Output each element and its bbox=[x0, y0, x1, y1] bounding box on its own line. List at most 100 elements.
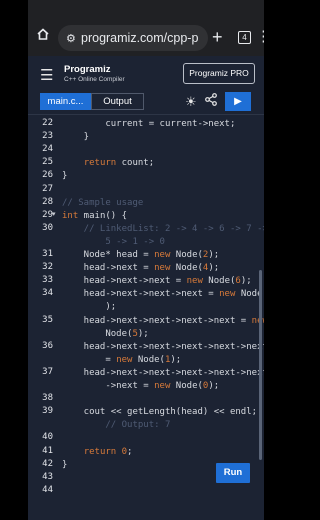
code-token: cout << getLength(head) << endl; bbox=[62, 407, 258, 418]
code-line[interactable]: 36 head->next->next->next->next->next bbox=[28, 341, 264, 354]
code-text: Node(5); bbox=[62, 328, 258, 341]
code-line[interactable]: 29 ▾ int main() { bbox=[28, 210, 264, 223]
programiz-pro-button[interactable]: Programiz PRO bbox=[183, 63, 255, 84]
code-line[interactable]: 37 head->next->next->next->next->next bbox=[28, 367, 264, 380]
line-number: 24 bbox=[42, 144, 53, 155]
line-number: 25 bbox=[42, 157, 53, 168]
code-token: // Output: 7 bbox=[62, 420, 171, 431]
code-line[interactable]: Node(5); bbox=[28, 328, 264, 341]
code-text: head->next->next = new Node(6); bbox=[62, 275, 258, 288]
code-line[interactable]: 32 head->next = new Node(4); bbox=[28, 262, 264, 275]
code-line[interactable]: 31 Node* head = new Node(2); bbox=[28, 249, 264, 262]
new-tab-icon[interactable]: + bbox=[212, 28, 223, 46]
code-line[interactable]: 44 bbox=[28, 485, 264, 498]
code-token: ); bbox=[137, 328, 149, 339]
code-token: main() { bbox=[78, 210, 128, 221]
brand-logo[interactable]: Programiz bbox=[64, 64, 110, 75]
code-line[interactable]: 25 return count; bbox=[28, 157, 264, 170]
run-button[interactable]: Run bbox=[216, 463, 250, 483]
code-line[interactable]: 38 bbox=[28, 393, 264, 406]
code-token: new bbox=[219, 289, 236, 300]
code-token: current = current->next; bbox=[62, 119, 236, 129]
code-token: } bbox=[62, 459, 68, 470]
code-text: // LinkedList: 2 -> 4 -> 6 -> 7 -> bbox=[62, 223, 264, 236]
code-line[interactable]: 22 current = current->next; bbox=[28, 118, 264, 131]
code-text: ); bbox=[62, 301, 258, 314]
line-number: 33 bbox=[42, 275, 53, 286]
code-line[interactable]: // Output: 7 bbox=[28, 419, 264, 432]
code-text: // Sample usage bbox=[62, 197, 258, 210]
code-token: } bbox=[62, 171, 68, 182]
code-token: ); bbox=[208, 381, 220, 391]
code-line[interactable]: 40 bbox=[28, 432, 264, 445]
tab-switcher-button[interactable]: 4 bbox=[238, 31, 251, 44]
line-number: 40 bbox=[42, 432, 53, 443]
code-token: return bbox=[83, 158, 117, 169]
line-number: 43 bbox=[42, 471, 53, 482]
code-text: } bbox=[62, 170, 258, 183]
editor-tab-row: main.c... Output ☀ ▶ bbox=[28, 90, 264, 115]
code-line[interactable]: 28 // Sample usage bbox=[28, 197, 264, 210]
code-text: head->next->next->next->next = new bbox=[62, 315, 264, 328]
line-number: 42 bbox=[42, 458, 53, 469]
code-token: Node( bbox=[170, 263, 203, 274]
code-line[interactable]: 35 head->next->next->next->next = new bbox=[28, 315, 264, 328]
code-text: // Output: 7 bbox=[62, 419, 258, 432]
code-token: Node( bbox=[202, 276, 236, 287]
code-text: = new Node(1); bbox=[62, 354, 258, 367]
line-number: 35 bbox=[42, 314, 53, 325]
line-number: 36 bbox=[42, 340, 53, 351]
code-line[interactable]: 33 head->next->next = new Node(6); bbox=[28, 275, 264, 288]
code-line[interactable]: = new Node(1); bbox=[28, 354, 264, 367]
app-header: ☰ Programiz C++ Online Compiler Programi… bbox=[28, 56, 264, 91]
line-number: 34 bbox=[42, 288, 53, 299]
code-token: ); bbox=[170, 354, 182, 365]
code-text: head->next->next->next = new Node(7 bbox=[62, 288, 264, 301]
code-text: head->next = new Node(4); bbox=[62, 262, 258, 275]
code-line[interactable]: 39 cout << getLength(head) << endl; bbox=[28, 406, 264, 419]
line-number: 30 bbox=[42, 222, 53, 233]
line-number: 29 bbox=[42, 209, 53, 220]
code-token: Node( bbox=[170, 381, 203, 391]
code-line[interactable]: ->next = new Node(0); bbox=[28, 380, 264, 393]
code-line[interactable]: 5 -> 1 -> 0 bbox=[28, 236, 264, 249]
address-bar[interactable]: ⚙ programiz.com/cpp-p bbox=[58, 25, 208, 51]
line-number: 28 bbox=[42, 196, 53, 207]
code-token: // Sample usage bbox=[62, 197, 144, 208]
theme-toggle-icon[interactable]: ☀ bbox=[185, 94, 197, 110]
fold-arrow-icon[interactable]: ▾ bbox=[52, 210, 56, 218]
home-icon[interactable] bbox=[32, 27, 54, 45]
share-icon[interactable] bbox=[205, 93, 217, 109]
code-text: return count; bbox=[62, 157, 258, 170]
line-number: 27 bbox=[42, 183, 53, 194]
tab-output[interactable]: Output bbox=[91, 93, 144, 110]
site-settings-icon[interactable]: ⚙ bbox=[66, 32, 78, 45]
code-text: } bbox=[62, 131, 258, 144]
code-line[interactable]: 34 head->next->next->next = new Node(7 bbox=[28, 288, 264, 301]
code-line[interactable]: 26} bbox=[28, 170, 264, 183]
code-line[interactable]: 30 // LinkedList: 2 -> 4 -> 6 -> 7 -> bbox=[28, 223, 264, 236]
code-token: head->next->next->next->next->next bbox=[62, 367, 264, 378]
code-token: ->next = bbox=[62, 381, 155, 391]
code-token: head->next->next->next->next->next bbox=[62, 341, 264, 352]
browser-toolbar: ⚙ programiz.com/cpp-p + 4 ⋮ bbox=[28, 0, 264, 56]
code-line[interactable]: 27 bbox=[28, 184, 264, 197]
run-play-button[interactable]: ▶ bbox=[225, 92, 251, 111]
code-line[interactable]: 23 } bbox=[28, 131, 264, 144]
code-line[interactable]: ); bbox=[28, 301, 264, 314]
code-editor[interactable]: 22 current = current->next; 23 } 24 25 retu… bbox=[28, 116, 264, 520]
code-token: count; bbox=[116, 158, 155, 169]
more-menu-icon[interactable]: ⋮ bbox=[256, 27, 264, 45]
code-token: head->next->next->next->next = bbox=[62, 315, 252, 326]
line-number: 22 bbox=[42, 118, 53, 128]
code-line[interactable]: 41 return 0; bbox=[28, 446, 264, 459]
code-token: head->next->next->next = bbox=[62, 289, 220, 300]
code-token: return bbox=[83, 446, 117, 457]
code-token: int bbox=[62, 210, 79, 221]
code-line[interactable]: 24 bbox=[28, 144, 264, 157]
editor-scrollbar[interactable] bbox=[259, 270, 262, 460]
hamburger-menu-icon[interactable]: ☰ bbox=[40, 66, 53, 84]
tab-main-cpp[interactable]: main.c... bbox=[40, 93, 91, 110]
